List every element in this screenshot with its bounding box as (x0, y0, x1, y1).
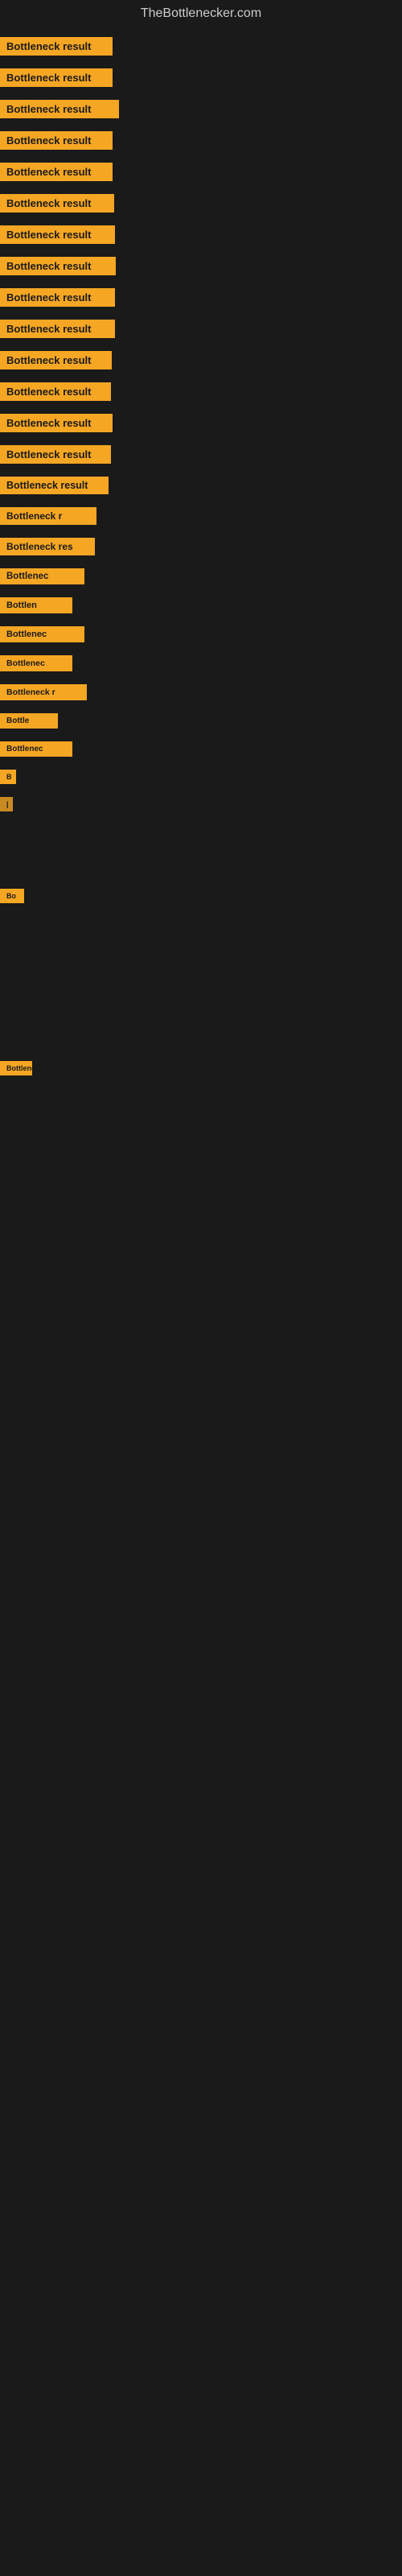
spacer (0, 910, 402, 1055)
bottleneck-badge[interactable]: Bottlenec (0, 741, 72, 757)
bottleneck-badge[interactable]: Bottlenec (0, 626, 84, 642)
list-item: Bottleneck result (0, 439, 402, 470)
bottleneck-badge[interactable]: Bottleneck result (0, 100, 119, 118)
bottleneck-badge[interactable]: Bottle (0, 713, 58, 729)
spacer (0, 1082, 402, 1243)
bottleneck-badge[interactable]: Bottleneck result (0, 445, 111, 464)
bottleneck-badge[interactable]: Bottleneck res (0, 538, 95, 555)
list-item: Bottlen (0, 591, 402, 620)
bottleneck-badge[interactable]: | (0, 797, 13, 811)
bottleneck-badge[interactable]: Bottlenec (0, 655, 72, 671)
bottleneck-badge[interactable]: Bottleneck result (0, 225, 115, 244)
list-item: Bottleneck r (0, 678, 402, 707)
list-item: Bottleneck result (0, 93, 402, 125)
list-item: Bottleneck result (0, 407, 402, 439)
bottleneck-badge[interactable]: Bottleneck result (0, 163, 113, 181)
bottleneck-badge[interactable]: Bottleneck result (0, 382, 111, 401)
list-item: Bottleneck result (0, 125, 402, 156)
list-item: Bottleneck result (0, 31, 402, 62)
list-item: Bottleneck result (0, 282, 402, 313)
bottleneck-badge[interactable]: Bottleneck result (0, 257, 116, 275)
list-item: Bottleneck result (0, 219, 402, 250)
bottleneck-badge[interactable]: Bottleneck result (0, 288, 115, 307)
list-item: Bo (0, 882, 402, 910)
list-item: Bottleneck result (0, 376, 402, 407)
list-item: | (0, 791, 402, 818)
list-item: Bottleneck result (0, 313, 402, 345)
bottleneck-badge[interactable]: Bottleneck result (0, 194, 114, 213)
list-item: Bottleneck res (0, 531, 402, 562)
bottleneck-badge[interactable]: Bottleneck result (0, 37, 113, 56)
list-item: Bottle (0, 707, 402, 735)
bottleneck-badge[interactable]: Bottlen (0, 597, 72, 613)
bottleneck-badge[interactable]: Bottleneck result (0, 477, 109, 494)
list-item: Bottleneck result (0, 470, 402, 501)
list-item: Bottlenec (0, 620, 402, 649)
list-item: B (0, 763, 402, 791)
list-item: Bottlenec (0, 562, 402, 591)
bottleneck-badge[interactable]: Bottleneck r (0, 507, 96, 525)
bottleneck-badge[interactable]: Bottleneck result (0, 131, 113, 150)
bottleneck-badge[interactable]: Bottlenec (0, 568, 84, 584)
bottleneck-badge[interactable]: Bottleneck result (0, 414, 113, 432)
bottleneck-badge[interactable]: Bottleneck result (0, 320, 115, 338)
bottleneck-badge[interactable]: Bo (0, 889, 24, 903)
list-item: Bottleneck result (0, 250, 402, 282)
list-item: Bottlenec (0, 735, 402, 763)
site-title: TheBottlenecker.com (0, 0, 402, 31)
list-item: Bottleneck r (0, 501, 402, 531)
site-title-container: TheBottlenecker.com (0, 0, 402, 31)
list-item: Bottleneck result (0, 62, 402, 93)
list-item: Bottleneck result (0, 156, 402, 188)
bottleneck-badge[interactable]: B (0, 770, 16, 784)
bottleneck-badge[interactable]: Bottleneck r (0, 1061, 32, 1075)
list-item: Bottlenec (0, 649, 402, 678)
list-item: Bottleneck result (0, 345, 402, 376)
list-item: Bottleneck result (0, 188, 402, 219)
bottleneck-list: Bottleneck result Bottleneck result Bott… (0, 31, 402, 1243)
bottleneck-badge[interactable]: Bottleneck result (0, 351, 112, 369)
spacer (0, 818, 402, 882)
bottleneck-badge[interactable]: Bottleneck result (0, 68, 113, 87)
bottleneck-badge[interactable]: Bottleneck r (0, 684, 87, 700)
list-item: Bottleneck r (0, 1055, 402, 1082)
